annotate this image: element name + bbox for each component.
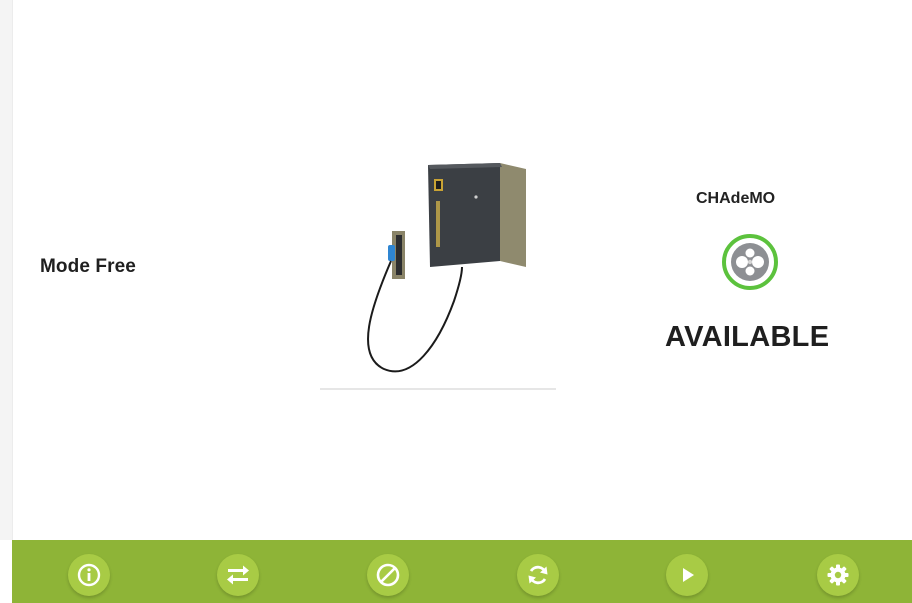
refresh-button[interactable] bbox=[517, 554, 559, 596]
settings-button[interactable] bbox=[817, 554, 859, 596]
transfer-button[interactable] bbox=[217, 554, 259, 596]
gear-icon bbox=[827, 564, 849, 586]
play-icon bbox=[683, 568, 694, 582]
charger-base-line bbox=[320, 388, 556, 390]
info-icon bbox=[77, 563, 101, 587]
transfer-arrows-icon bbox=[227, 565, 249, 585]
charger-screen: Mode Free CHAdeMO AVAILABLE bbox=[0, 0, 912, 603]
mode-label: Mode Free bbox=[40, 256, 136, 277]
connector-status: AVAILABLE bbox=[665, 321, 830, 353]
charger-illustration bbox=[320, 155, 556, 395]
connector-name: CHAdeMO bbox=[696, 190, 776, 207]
left-edge bbox=[0, 0, 13, 540]
block-button[interactable] bbox=[367, 554, 409, 596]
info-button[interactable] bbox=[68, 554, 110, 596]
bottom-toolbar bbox=[12, 540, 912, 603]
chademo-plug-icon[interactable] bbox=[713, 232, 787, 292]
refresh-icon bbox=[528, 565, 548, 585]
play-button[interactable] bbox=[666, 554, 708, 596]
charger-image bbox=[367, 163, 526, 373]
block-icon bbox=[376, 563, 400, 587]
